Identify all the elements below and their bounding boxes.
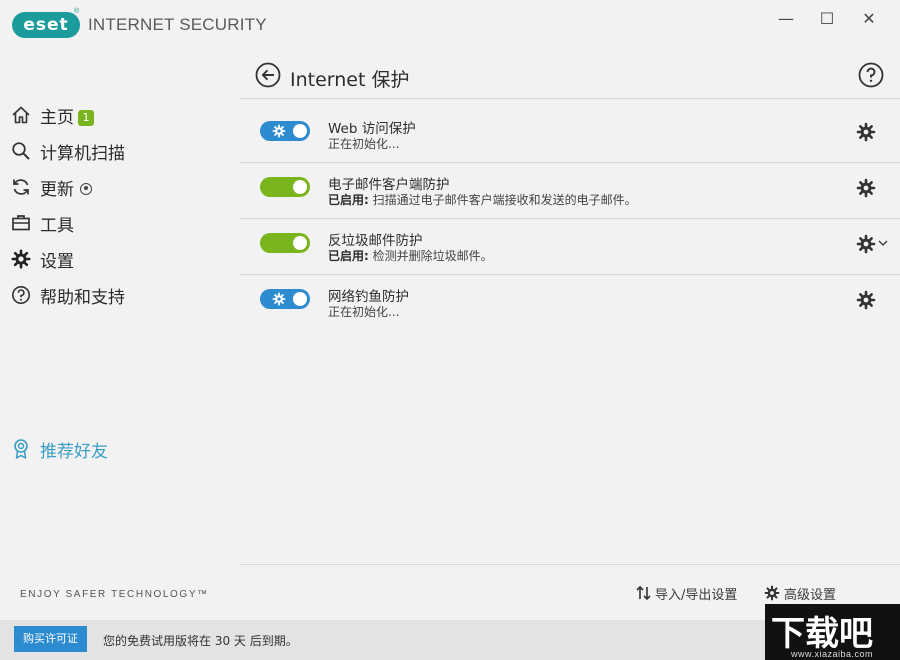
- module-title: Web 访问保护: [328, 117, 416, 137]
- footer-divider: [240, 564, 900, 565]
- product-name: INTERNET SECURITY: [88, 15, 267, 35]
- import-export-icon: [636, 585, 651, 601]
- update-status-indicator: [80, 183, 92, 195]
- module-settings-gear-icon[interactable]: [856, 290, 876, 310]
- module-row: Web 访问保护 正在初始化...: [240, 104, 900, 160]
- module-row: 网络钓鱼防护 正在初始化...: [240, 272, 900, 328]
- refer-friend-row: 推荐好友: [0, 432, 238, 466]
- search-icon: [10, 140, 32, 162]
- toggle-gear-icon: [272, 124, 286, 138]
- help-button[interactable]: [858, 62, 884, 88]
- sidebar-item-label: 更新: [40, 180, 74, 200]
- module-settings-gear-icon[interactable]: [856, 234, 876, 254]
- award-icon: [10, 438, 32, 460]
- module-row: 电子邮件客户端防护 已启用: 扫描通过电子邮件客户端接收和发送的电子邮件。: [240, 160, 900, 216]
- notification-badge: 1: [78, 110, 94, 126]
- toggle-knob: [293, 236, 307, 250]
- arrow-left-icon: [255, 62, 281, 88]
- trial-expiry-text: 您的免费试用版将在 30 天 后到期。: [103, 632, 298, 649]
- module-toggle-web-access[interactable]: [260, 121, 310, 141]
- module-title: 电子邮件客户端防护: [328, 173, 450, 193]
- watermark: 下载吧 www.xiazaiba.com: [765, 604, 900, 660]
- sidebar-item-label: 主页: [40, 108, 74, 128]
- briefcase-icon: [10, 212, 32, 234]
- import-export-settings-link[interactable]: 导入/导出设置: [636, 584, 737, 602]
- buy-license-button[interactable]: 购买许可证: [14, 626, 87, 652]
- sidebar-item-help[interactable]: 帮助和支持: [0, 278, 238, 312]
- module-status: 正在初始化...: [328, 303, 399, 320]
- toggle-knob: [293, 124, 307, 138]
- module-row: 反垃圾邮件防护 已启用: 检测并删除垃圾邮件。: [240, 216, 900, 272]
- sidebar-item-update[interactable]: 更新: [0, 170, 238, 204]
- advanced-settings-label: 高级设置: [784, 584, 836, 603]
- module-title: 反垃圾邮件防护: [328, 229, 423, 249]
- title-bar: eset ® INTERNET SECURITY — ☐ ✕: [0, 0, 900, 46]
- watermark-logo-text: 下载吧: [771, 606, 873, 655]
- module-settings-gear-icon[interactable]: [856, 122, 876, 142]
- refresh-icon: [10, 176, 32, 198]
- module-settings-gear-icon[interactable]: [856, 178, 876, 198]
- sidebar-item-label: 工具: [40, 211, 74, 236]
- gear-icon: [10, 248, 32, 270]
- gear-icon: [764, 585, 780, 601]
- module-status: 已启用: 检测并删除垃圾邮件。: [328, 247, 493, 264]
- header-divider: [240, 98, 900, 99]
- tagline: ENJOY SAFER TECHNOLOGY™: [20, 589, 209, 600]
- help-circle-icon: [10, 284, 32, 306]
- chevron-down-icon[interactable]: [877, 236, 889, 250]
- module-toggle-antispam[interactable]: [260, 233, 310, 253]
- module-status: 正在初始化...: [328, 135, 399, 152]
- refer-friend-label: 推荐好友: [40, 437, 108, 462]
- toggle-gear-icon: [272, 292, 286, 306]
- toggle-knob: [293, 180, 307, 194]
- maximize-button[interactable]: ☐: [812, 8, 842, 30]
- close-button[interactable]: ✕: [854, 8, 884, 30]
- sidebar-item-computer-scan[interactable]: 计算机扫描: [0, 134, 238, 168]
- question-mark-icon: [858, 62, 884, 88]
- module-title: 网络钓鱼防护: [328, 285, 409, 305]
- module-toggle-antiphishing[interactable]: [260, 289, 310, 309]
- sidebar-item-settings[interactable]: 设置: [0, 242, 238, 276]
- sidebar-item-home[interactable]: 主页1: [0, 98, 238, 132]
- sidebar-item-label: 设置: [40, 247, 74, 272]
- page-title: Internet 保护: [290, 65, 409, 92]
- sidebar-item-tools[interactable]: 工具: [0, 206, 238, 240]
- eset-logo: eset: [12, 12, 80, 38]
- advanced-settings-link[interactable]: 高级设置: [764, 584, 836, 602]
- sidebar-item-label: 计算机扫描: [40, 139, 125, 164]
- sidebar-item-label: 帮助和支持: [40, 283, 125, 308]
- import-export-label: 导入/导出设置: [655, 584, 737, 603]
- toggle-knob: [293, 292, 307, 306]
- registered-mark: ®: [74, 8, 79, 15]
- module-toggle-email-client[interactable]: [260, 177, 310, 197]
- back-button[interactable]: [255, 62, 281, 88]
- refer-friend-link[interactable]: 推荐好友: [0, 432, 238, 466]
- module-status: 已启用: 扫描通过电子邮件客户端接收和发送的电子邮件。: [328, 191, 637, 208]
- home-icon: [10, 104, 32, 126]
- watermark-url: www.xiazaiba.com: [791, 649, 873, 659]
- minimize-button[interactable]: —: [771, 8, 801, 30]
